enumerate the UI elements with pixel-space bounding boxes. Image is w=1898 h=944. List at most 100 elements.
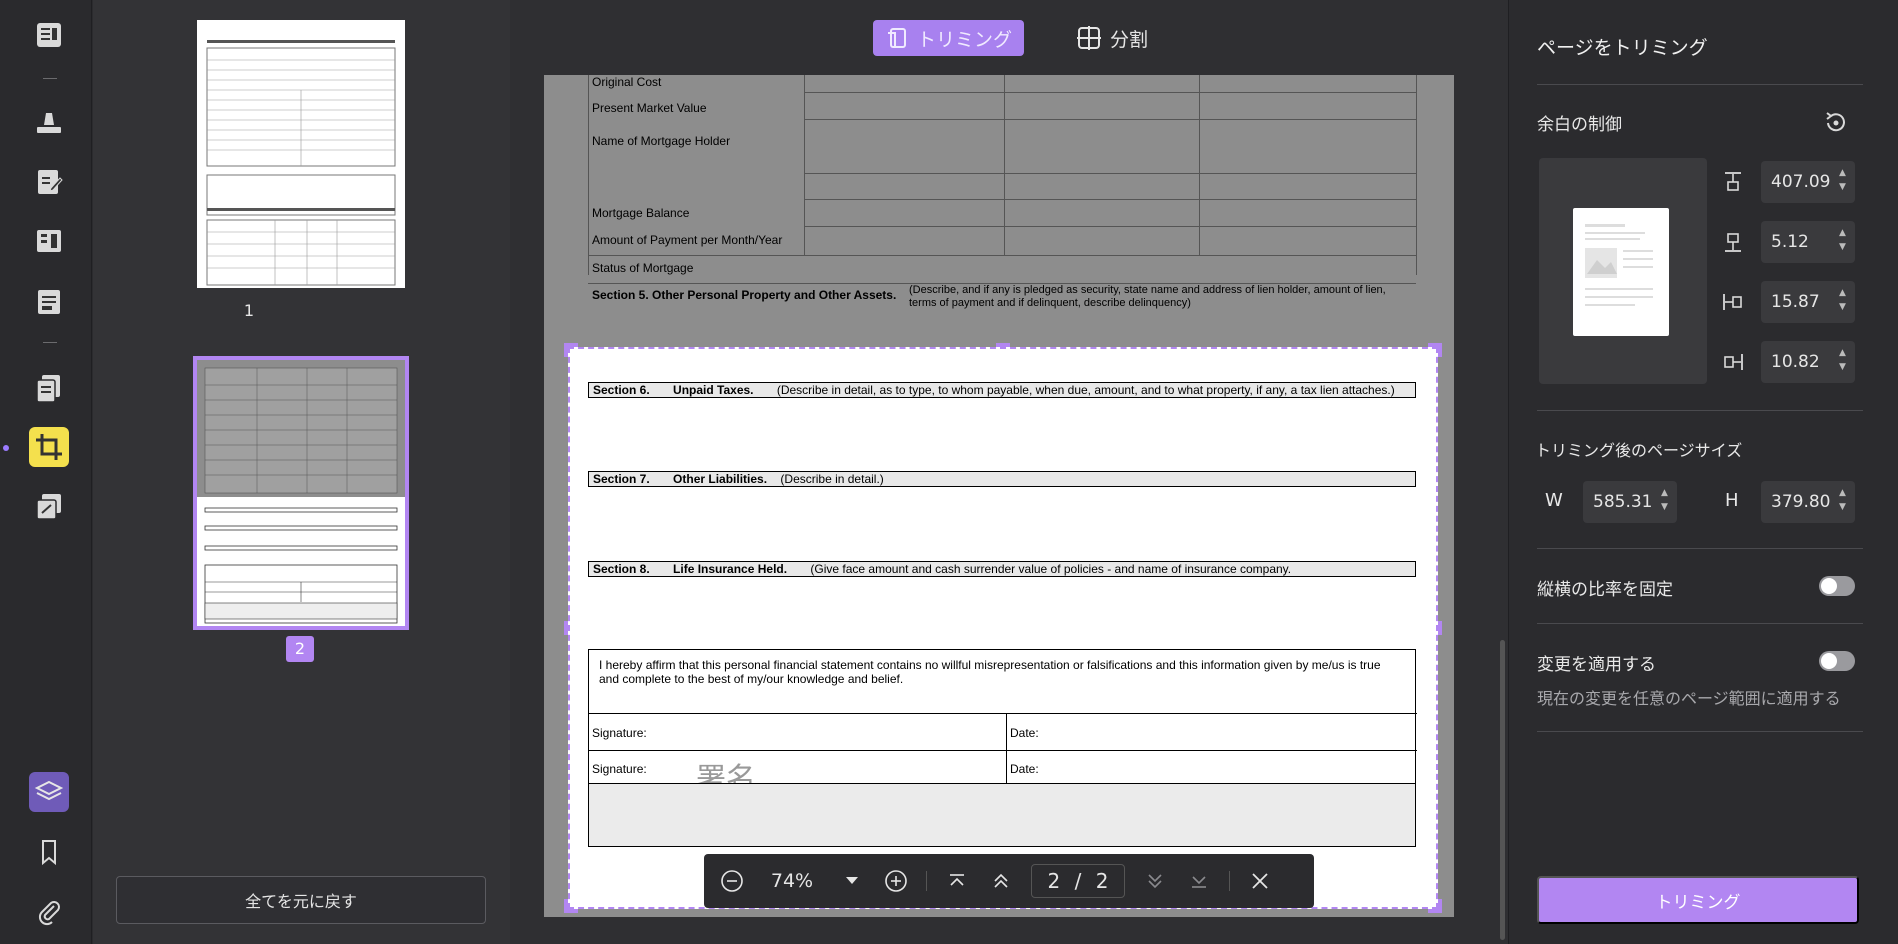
page-number-1: 1	[243, 301, 255, 320]
top-margin-input[interactable]: 407.09 ▲ ▼	[1761, 161, 1855, 203]
lock-ratio-label: 縦横の比率を固定	[1537, 580, 1673, 600]
row-present-market-value: Present Market Value	[592, 101, 707, 115]
row-mortgage-balance: Mortgage Balance	[592, 206, 690, 220]
crop-handle-left[interactable]	[564, 621, 568, 635]
spin-down-icon[interactable]: ▼	[1839, 362, 1849, 373]
page-indicator[interactable]: 2 / 2	[1031, 864, 1125, 898]
spin-down-icon[interactable]: ▼	[1839, 242, 1849, 253]
crop-icon[interactable]	[29, 427, 69, 467]
apply-changes-description: 現在の変更を任意のページ範囲に適用する	[1537, 689, 1841, 708]
convert-icon[interactable]	[29, 368, 69, 408]
crop-handle-bottom-left[interactable]	[564, 899, 578, 913]
page-navigation-bar: 74% 2 / 2	[704, 854, 1314, 908]
row-status: Status of Mortgage	[592, 261, 694, 275]
right-margin-input[interactable]: 10.82 ▲ ▼	[1761, 341, 1855, 383]
size-section-label: トリミング後のページサイズ	[1535, 441, 1743, 460]
first-page-icon[interactable]	[943, 867, 971, 895]
spin-up-icon[interactable]: ▲	[1839, 348, 1849, 359]
compress-icon[interactable]	[29, 487, 69, 527]
crop-handle-top[interactable]	[996, 343, 1010, 347]
document-page: Original Cost Present Market Value Name …	[544, 75, 1454, 917]
bottom-margin-value: 5.12	[1771, 232, 1809, 252]
zoom-dropdown-icon[interactable]	[838, 867, 866, 895]
spin-up-icon[interactable]: ▲	[1661, 488, 1671, 499]
crop-handle-top-right[interactable]	[1428, 343, 1442, 357]
page-thumbnail-2[interactable]	[193, 356, 409, 630]
apply-changes-label: 変更を適用する	[1537, 655, 1656, 675]
edit-icon[interactable]	[29, 162, 69, 202]
document-viewer: トリミング 分割 Original Cost Present Market Va…	[510, 0, 1508, 944]
spin-down-icon[interactable]: ▼	[1661, 502, 1671, 513]
crop-frame[interactable]	[568, 347, 1438, 909]
bar-divider	[926, 871, 927, 891]
bottom-margin-icon	[1721, 230, 1745, 254]
apply-changes-toggle[interactable]	[1819, 651, 1855, 671]
layers-icon[interactable]	[29, 772, 69, 812]
bottom-margin-input[interactable]: 5.12 ▲ ▼	[1761, 221, 1855, 263]
thumbnail-panel: 1 2 全てを元に戻す	[93, 0, 510, 944]
zoom-level[interactable]: 74%	[762, 870, 822, 892]
section-5-title: Section 5. Other Personal Property and O…	[592, 288, 897, 302]
spin-up-icon[interactable]: ▲	[1839, 488, 1849, 499]
next-page-icon[interactable]	[1141, 867, 1169, 895]
tab-split-label: 分割	[1110, 28, 1149, 51]
section-5-description: (Describe, and if any is pledged as secu…	[909, 284, 1386, 309]
right-margin-icon	[1721, 350, 1745, 374]
left-toolbar	[0, 0, 92, 944]
page-number-2: 2	[286, 636, 314, 662]
vertical-scrollbar[interactable]	[1500, 640, 1505, 940]
margin-section-label: 余白の制御	[1537, 115, 1622, 135]
split-icon	[1077, 26, 1102, 50]
bookmark-icon[interactable]	[29, 832, 69, 872]
zoom-in-icon[interactable]	[882, 867, 910, 895]
last-page-icon[interactable]	[1185, 867, 1213, 895]
spin-down-icon[interactable]: ▼	[1839, 182, 1849, 193]
row-original-cost: Original Cost	[592, 75, 662, 89]
crop-settings-panel: ページをトリミング 余白の制御 407.09 ▲ ▼ 5.12 ▲ ▼ 15.8…	[1508, 0, 1898, 944]
left-margin-icon	[1721, 290, 1745, 314]
top-margin-icon	[1721, 170, 1745, 194]
height-label: H	[1725, 490, 1739, 511]
reader-icon[interactable]	[29, 15, 69, 55]
width-input[interactable]: 585.31 ▲ ▼	[1583, 481, 1677, 523]
spin-down-icon[interactable]: ▼	[1839, 502, 1849, 513]
attachment-icon[interactable]	[29, 892, 69, 932]
toolbar-separator	[43, 78, 57, 79]
bar-divider	[1229, 871, 1230, 891]
mode-tabs: トリミング 分割	[873, 20, 1160, 56]
current-page: 2	[1047, 869, 1061, 893]
zoom-out-icon[interactable]	[718, 867, 746, 895]
page-separator: /	[1074, 869, 1082, 893]
form-icon[interactable]	[29, 282, 69, 322]
margin-preview	[1539, 158, 1707, 384]
toolbar-separator	[43, 342, 57, 343]
organize-icon[interactable]	[29, 221, 69, 261]
width-label: W	[1545, 490, 1563, 511]
tab-crop[interactable]: トリミング	[873, 20, 1025, 56]
crop-handle-bottom-right[interactable]	[1428, 899, 1442, 913]
width-value: 585.31	[1593, 492, 1653, 512]
page-canvas[interactable]: Original Cost Present Market Value Name …	[544, 75, 1454, 917]
top-margin-value: 407.09	[1771, 172, 1831, 192]
spin-up-icon[interactable]: ▲	[1839, 288, 1849, 299]
trim-button[interactable]: トリミング	[1537, 876, 1859, 924]
page-thumbnail-1[interactable]	[197, 20, 405, 288]
reset-margins-icon[interactable]	[1823, 110, 1849, 136]
close-icon[interactable]	[1246, 867, 1274, 895]
crop-handle-top-left[interactable]	[564, 343, 578, 357]
highlighter-icon[interactable]	[29, 101, 69, 141]
crop-handle-right[interactable]	[1438, 621, 1442, 635]
reset-all-button[interactable]: 全てを元に戻す	[116, 876, 486, 924]
right-margin-value: 10.82	[1771, 352, 1820, 372]
height-input[interactable]: 379.80 ▲ ▼	[1761, 481, 1855, 523]
left-margin-input[interactable]: 15.87 ▲ ▼	[1761, 281, 1855, 323]
height-value: 379.80	[1771, 492, 1831, 512]
spin-up-icon[interactable]: ▲	[1839, 228, 1849, 239]
previous-page-icon[interactable]	[987, 867, 1015, 895]
left-margin-value: 15.87	[1771, 292, 1820, 312]
tab-split[interactable]: 分割	[1064, 20, 1160, 56]
row-mortgage-holder: Name of Mortgage Holder	[592, 134, 731, 148]
lock-ratio-toggle[interactable]	[1819, 576, 1855, 596]
spin-up-icon[interactable]: ▲	[1839, 168, 1849, 179]
spin-down-icon[interactable]: ▼	[1839, 302, 1849, 313]
